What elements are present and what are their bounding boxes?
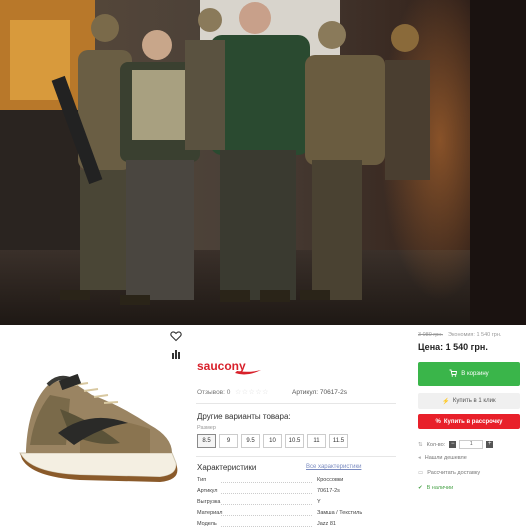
characteristic-value: 70617-2s	[317, 488, 340, 494]
scale-icon: ⇅	[418, 441, 423, 448]
characteristic-row: Материал Замша / Текстиль	[197, 509, 387, 520]
installment-button[interactable]: % Купить в рассрочку	[418, 414, 520, 429]
characteristic-key: Тип	[197, 477, 207, 483]
news-photo	[0, 0, 526, 325]
size-option[interactable]: 9	[219, 434, 238, 448]
purchase-panel: 3 080 грн. Экономия: 1 540 грн. Цена: 1 …	[412, 325, 526, 526]
compare-icon[interactable]	[170, 347, 182, 359]
size-option[interactable]: 11	[307, 434, 326, 448]
characteristic-row: Выгрузка Y	[197, 498, 387, 509]
sku-label: Артикул: 70617-2s	[292, 389, 347, 396]
characteristics-title: Характеристики	[197, 463, 257, 472]
size-option[interactable]: 11.5	[329, 434, 348, 448]
size-selector: 8.5 9 9.5 10 10.5 11 11.5	[197, 434, 348, 448]
cart-icon	[449, 369, 458, 379]
size-caption: Размер	[197, 425, 216, 431]
characteristic-value: Кроссовки	[317, 477, 344, 483]
brand-logo[interactable]: saucony	[197, 359, 265, 377]
stock-row: ✔ В наличии	[418, 485, 453, 491]
delivery-link[interactable]: Рассчитать доставку	[427, 470, 480, 476]
buy-one-click-label: Купить в 1 клик	[452, 398, 496, 404]
cheaper-row[interactable]: ◂ Нашли дешевле	[418, 455, 467, 461]
variants-title: Другие варианты товара:	[197, 412, 291, 421]
stock-status: В наличии	[426, 485, 454, 491]
characteristic-key: Артикул	[197, 488, 218, 494]
rating-stars: ☆☆☆☆☆	[235, 389, 269, 396]
check-icon: ✔	[418, 485, 423, 491]
size-option[interactable]: 10.5	[285, 434, 304, 448]
bolt-icon: ⚡	[442, 398, 450, 405]
characteristics-table: Тип Кроссовки Артикул 70617-2s Выгрузка …	[197, 476, 387, 531]
add-to-cart-button[interactable]: В корзину	[418, 362, 520, 386]
characteristic-row: Артикул 70617-2s	[197, 487, 387, 498]
characteristic-key: Модель	[197, 521, 217, 527]
old-price: 3 080 грн.	[418, 332, 443, 338]
quantity-row: ⇅ Кол-во: − 1 +	[418, 440, 494, 449]
all-characteristics-link[interactable]: Все характеристики	[306, 464, 361, 470]
size-option[interactable]: 9.5	[241, 434, 260, 448]
divider	[196, 456, 396, 457]
size-option[interactable]: 10	[263, 434, 282, 448]
percent-icon: %	[435, 418, 441, 425]
heart-icon[interactable]	[170, 329, 182, 342]
svg-text:saucony: saucony	[197, 359, 246, 373]
size-option[interactable]: 8.5	[197, 434, 216, 448]
product-info: saucony Отзывов: 0 ☆☆☆☆☆ Артикул: 70617-…	[192, 325, 400, 527]
characteristic-value: Jazz 81	[317, 521, 336, 527]
product-card: saucony Отзывов: 0 ☆☆☆☆☆ Артикул: 70617-…	[0, 325, 526, 527]
buy-one-click-button[interactable]: ⚡ Купить в 1 клик	[418, 393, 520, 409]
quantity-input[interactable]: 1	[459, 440, 484, 449]
quantity-label: Кол-во:	[426, 441, 446, 448]
characteristic-row: Тип Кроссовки	[197, 476, 387, 487]
characteristic-key: Выгрузка	[197, 499, 221, 505]
quantity-stepper: − 1 +	[449, 440, 494, 449]
price: Цена: 1 540 грн.	[418, 342, 488, 352]
add-to-cart-label: В корзину	[461, 371, 489, 377]
characteristic-value: Замша / Текстиль	[317, 510, 363, 516]
divider	[196, 403, 396, 404]
characteristic-key: Материал	[197, 510, 223, 516]
megaphone-icon: ◂	[418, 455, 421, 461]
delivery-row[interactable]: ▭ Рассчитать доставку	[418, 470, 480, 476]
product-image[interactable]	[0, 325, 190, 526]
characteristic-value: Y	[317, 499, 321, 505]
saving-label: Экономия: 1 540 грн.	[448, 332, 502, 338]
cheaper-link[interactable]: Нашли дешевле	[425, 455, 467, 461]
quantity-minus-button[interactable]: −	[449, 441, 457, 448]
quantity-plus-button[interactable]: +	[486, 441, 494, 448]
reviews-count[interactable]: Отзывов: 0	[197, 389, 230, 396]
installment-label: Купить в рассрочку	[443, 418, 503, 425]
truck-icon: ▭	[418, 470, 424, 476]
